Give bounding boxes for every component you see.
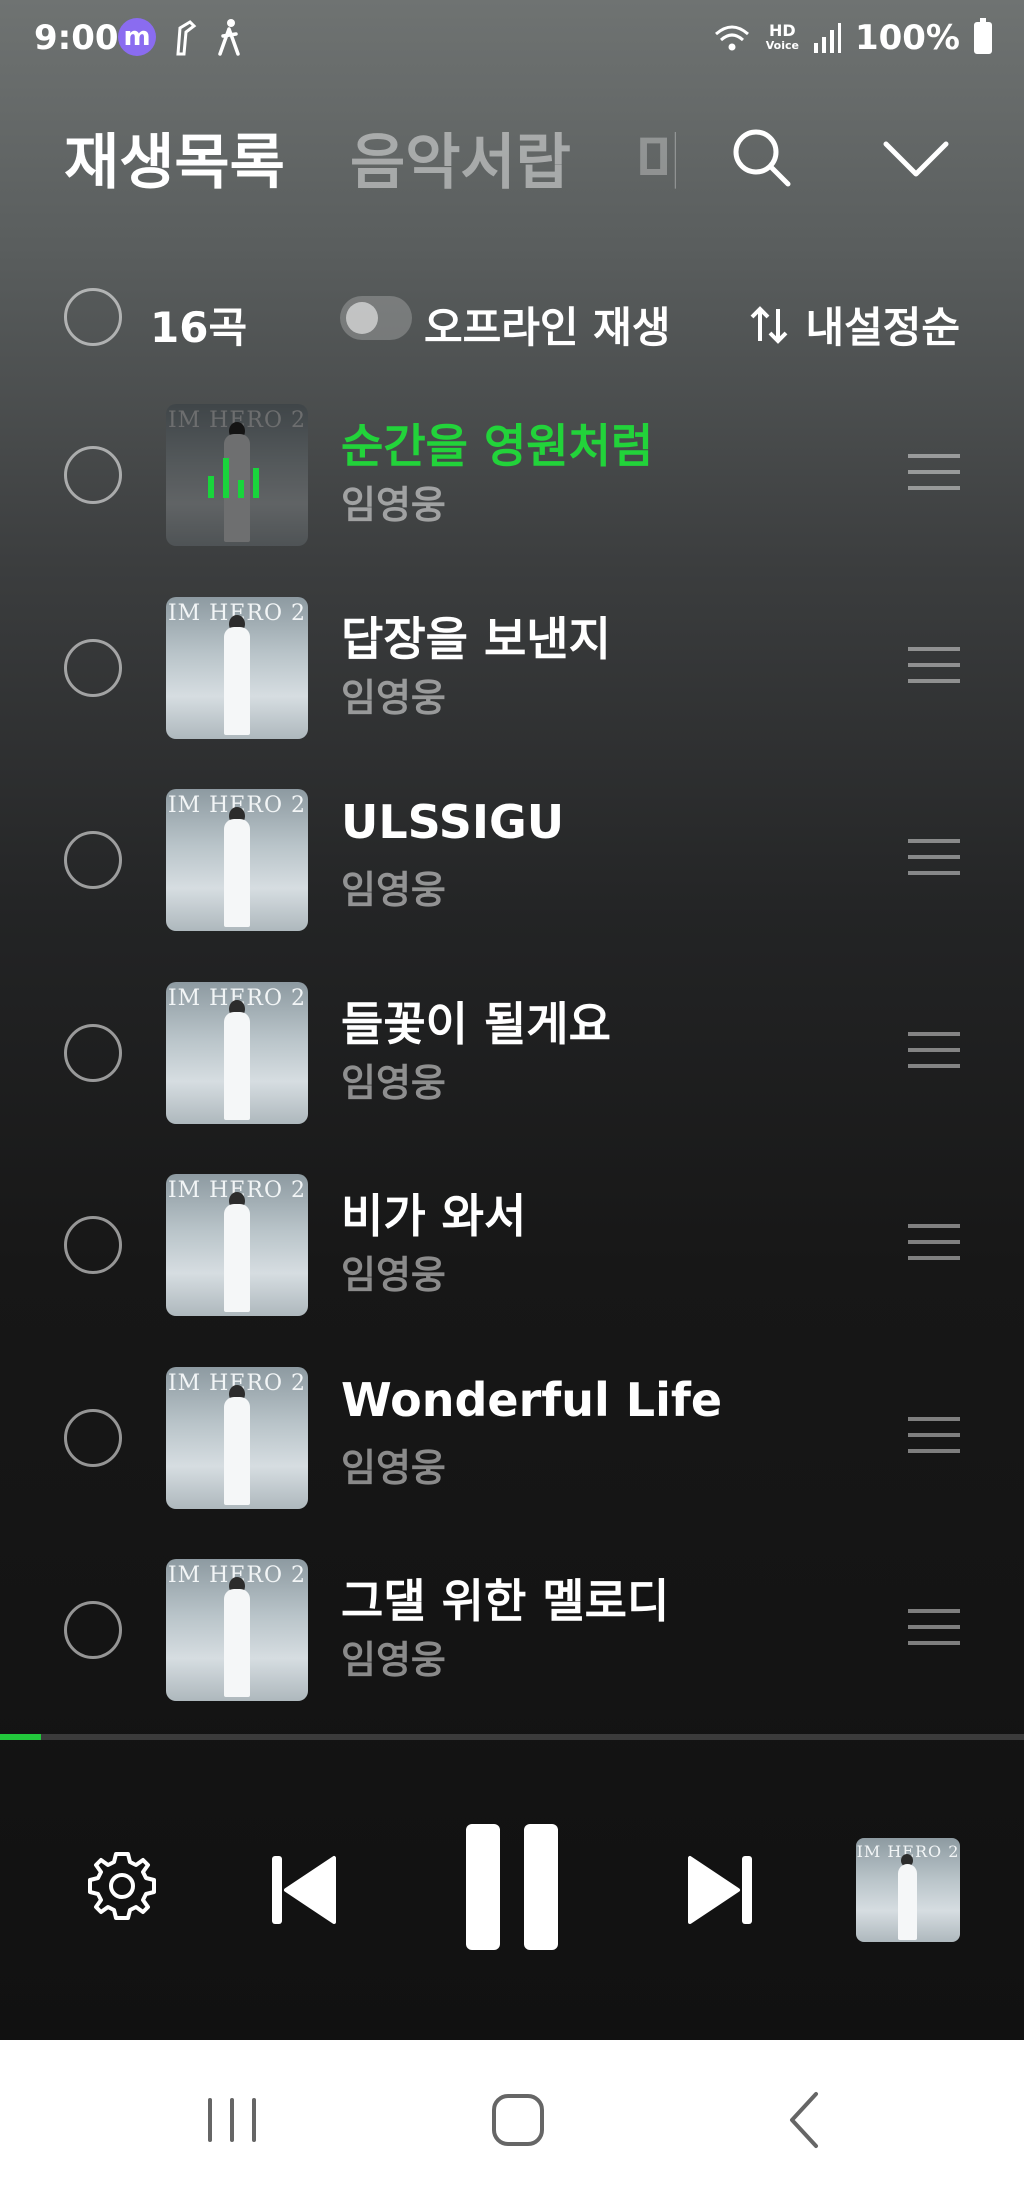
select-all-checkbox[interactable] xyxy=(64,288,122,346)
chevron-down-icon[interactable] xyxy=(876,118,956,198)
album-cover: IM HERO 2 xyxy=(166,1174,308,1316)
track-row[interactable]: IM HERO 2 비가 와서 임영웅 xyxy=(0,1164,1024,1357)
drag-handle-icon[interactable] xyxy=(908,1031,960,1072)
track-select-checkbox[interactable] xyxy=(64,1023,122,1082)
wifi-icon xyxy=(714,25,749,51)
track-row[interactable]: IM HERO 2 답장을 보낸지 임영웅 xyxy=(0,587,1024,780)
search-icon[interactable] xyxy=(722,118,802,198)
home-icon[interactable] xyxy=(478,2080,558,2160)
skip-previous-icon[interactable] xyxy=(268,1852,338,1928)
album-cover: IM HERO 2 xyxy=(166,1366,308,1509)
track-artist: 임영웅 xyxy=(341,1060,446,1105)
track-select-checkbox[interactable] xyxy=(64,638,122,697)
hd-voice-indicator: HD Voice xyxy=(766,23,799,53)
status-system-icons: HD Voice 100% xyxy=(712,18,992,58)
progress-fill xyxy=(0,1734,41,1740)
track-select-checkbox[interactable] xyxy=(64,446,122,504)
pause-icon[interactable] xyxy=(462,1822,562,1952)
hd-label: HD xyxy=(769,21,796,40)
player-controls: IM HERO 2 xyxy=(0,1760,1024,2040)
drag-handle-icon[interactable] xyxy=(908,1416,960,1457)
track-title: Wonderful Life xyxy=(341,1372,723,1427)
playlist-toolbar: 16곡 오프라인 재생 내설정순 xyxy=(0,278,1024,354)
sort-icon xyxy=(751,305,788,344)
album-cover: IM HERO 2 xyxy=(166,596,308,739)
tab-third[interactable]: 마 xyxy=(636,114,676,201)
drag-handle-icon[interactable] xyxy=(908,454,960,494)
skip-next-icon[interactable] xyxy=(686,1852,756,1928)
track-row[interactable]: IM HERO 2 ULSSIGU 임영웅 xyxy=(0,779,1024,972)
walking-person-icon xyxy=(218,19,240,56)
toggle-knob xyxy=(346,302,378,334)
track-list: IM HERO 2 순간을 영원처럼 임영웅 IM HERO 2 답장을 보낸지… xyxy=(0,394,1024,1742)
track-artist: 임영웅 xyxy=(341,1445,446,1490)
drag-handle-icon[interactable] xyxy=(908,646,960,687)
track-title: 순간을 영원처럼 xyxy=(341,419,654,473)
track-title: ULSSIGU xyxy=(341,795,565,849)
battery-icon xyxy=(974,18,992,54)
sort-button[interactable]: 내설정순 xyxy=(747,294,960,355)
track-artist: 임영웅 xyxy=(341,1638,446,1682)
track-title: 들꽃이 될게요 xyxy=(341,996,611,1051)
offline-label: 오프라인 재생 xyxy=(424,303,671,352)
track-artist: 임영웅 xyxy=(341,1253,446,1297)
track-row[interactable]: IM HERO 2 순간을 영원처럼 임영웅 xyxy=(0,394,1024,587)
status-bar: 9:00 m HD Voice 100% xyxy=(0,0,1024,76)
track-select-checkbox[interactable] xyxy=(64,831,122,889)
system-navigation-bar xyxy=(0,2040,1024,2196)
album-cover: IM HERO 2 xyxy=(166,1559,308,1701)
drag-handle-icon[interactable] xyxy=(908,839,960,879)
tab-playlist[interactable]: 재생목록 xyxy=(64,114,285,201)
playback-progress-bar[interactable] xyxy=(0,1734,1024,1740)
album-cover: IM HERO 2 xyxy=(166,789,308,931)
drag-handle-icon[interactable] xyxy=(908,1224,960,1264)
track-row[interactable]: IM HERO 2 들꽃이 될게요 임영웅 xyxy=(0,972,1024,1165)
status-notification-icons: m xyxy=(118,18,244,56)
app-screen: 9:00 m HD Voice 100% 재생목록 음악서랍 마 16곡 오프라… xyxy=(0,0,1024,2040)
track-title: 답장을 보낸지 xyxy=(341,611,611,666)
mastodon-icon: m xyxy=(118,18,156,56)
voice-label: Voice xyxy=(765,39,799,52)
track-select-checkbox[interactable] xyxy=(64,1216,122,1274)
signal-icon xyxy=(813,23,841,53)
track-count: 16곡 xyxy=(150,303,248,352)
battery-percent: 100% xyxy=(854,18,960,58)
drag-handle-icon[interactable] xyxy=(908,1609,960,1649)
back-icon[interactable] xyxy=(766,2080,846,2160)
recent-apps-icon[interactable] xyxy=(192,2080,272,2160)
now-playing-cover[interactable]: IM HERO 2 xyxy=(856,1838,960,1942)
vacuum-icon xyxy=(176,20,197,56)
header: 재생목록 음악서랍 마 xyxy=(0,100,1024,210)
offline-toggle[interactable] xyxy=(340,296,412,340)
track-artist: 임영웅 xyxy=(341,868,446,912)
status-time: 9:00 xyxy=(34,18,119,58)
track-select-checkbox[interactable] xyxy=(64,1601,122,1659)
album-cover: IM HERO 2 xyxy=(166,981,308,1124)
gear-icon[interactable] xyxy=(84,1848,160,1924)
track-select-checkbox[interactable] xyxy=(64,1408,122,1467)
track-row[interactable]: IM HERO 2 그댈 위한 멜로디 임영웅 xyxy=(0,1549,1024,1742)
now-playing-equalizer-icon xyxy=(208,458,259,498)
track-title: 비가 와서 xyxy=(341,1189,527,1243)
track-row[interactable]: IM HERO 2 Wonderful Life 임영웅 xyxy=(0,1357,1024,1550)
track-title: 그댈 위한 멜로디 xyxy=(341,1574,670,1628)
track-artist: 임영웅 xyxy=(341,483,446,527)
sort-label: 내설정순 xyxy=(805,303,960,352)
track-artist: 임영웅 xyxy=(341,675,446,720)
tab-music-drawer[interactable]: 음악서랍 xyxy=(350,114,571,201)
